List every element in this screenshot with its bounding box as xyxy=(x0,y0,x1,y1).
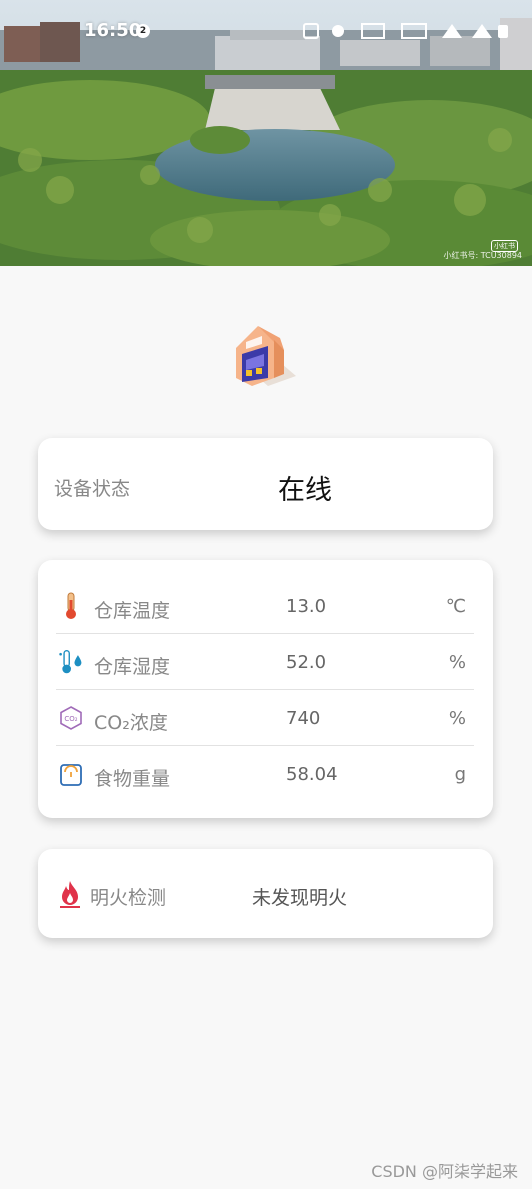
scale-icon xyxy=(60,764,82,786)
sensor-value: 13.0 xyxy=(286,596,327,617)
svg-text:CO₂: CO₂ xyxy=(64,715,77,723)
sensor-row-humidity: 仓库湿度 52.0 % xyxy=(56,634,474,690)
status-icons xyxy=(303,23,508,39)
sensor-unit: ℃ xyxy=(445,596,466,617)
sensor-row-temperature: 仓库温度 13.0 ℃ xyxy=(56,578,474,634)
sensor-row-weight: 食物重量 58.04 g xyxy=(56,746,474,802)
sensor-unit: g xyxy=(454,764,466,785)
co2-icon: CO₂ xyxy=(60,706,82,730)
status-time: 16:50 xyxy=(84,20,142,41)
status-bar: 16:50 2 xyxy=(0,0,532,60)
warehouse-logo-icon xyxy=(236,326,296,386)
sensor-readings-card: 仓库温度 13.0 ℃ 仓库湿度 52.0 % CO₂ CO₂浓度 740 % xyxy=(38,560,493,818)
fire-detection-card: 明火检测 未发现明火 xyxy=(38,849,493,938)
thermometer-icon xyxy=(66,592,76,619)
notification-badge: 2 xyxy=(136,24,150,38)
sensor-unit: % xyxy=(448,652,466,673)
fire-detection-value: 未发现明火 xyxy=(252,887,348,909)
flame-icon xyxy=(60,881,80,908)
main-content: 设备状态 在线 仓库温度 13.0 ℃ 仓库湿度 52.0 % CO₂ CO₂浓… xyxy=(22,266,510,954)
sensor-label: CO₂浓度 xyxy=(94,712,168,734)
sensor-row-co2: CO₂ CO₂浓度 740 % xyxy=(56,690,474,746)
device-status-card: 设备状态 在线 xyxy=(38,438,493,530)
sensor-value: 740 xyxy=(286,708,321,729)
sensor-label: 食物重量 xyxy=(94,768,171,790)
sensor-label: 仓库湿度 xyxy=(94,656,171,678)
photo-watermark: 小红书号: TCU30894 xyxy=(443,251,522,260)
sensor-value: 58.04 xyxy=(286,764,338,785)
fire-detection-label: 明火检测 xyxy=(90,887,167,909)
footer-watermark: CSDN @阿柒学起来 xyxy=(371,1162,518,1181)
sensor-label: 仓库温度 xyxy=(94,600,171,622)
sensor-unit: % xyxy=(448,708,466,729)
header-campus-photo: 16:50 2 小红书 小红书号: TCU30894 xyxy=(0,0,532,266)
device-status-value: 在线 xyxy=(278,475,332,506)
humidity-icon xyxy=(59,650,82,674)
device-status-label: 设备状态 xyxy=(54,478,131,500)
sensor-value: 52.0 xyxy=(286,652,327,673)
